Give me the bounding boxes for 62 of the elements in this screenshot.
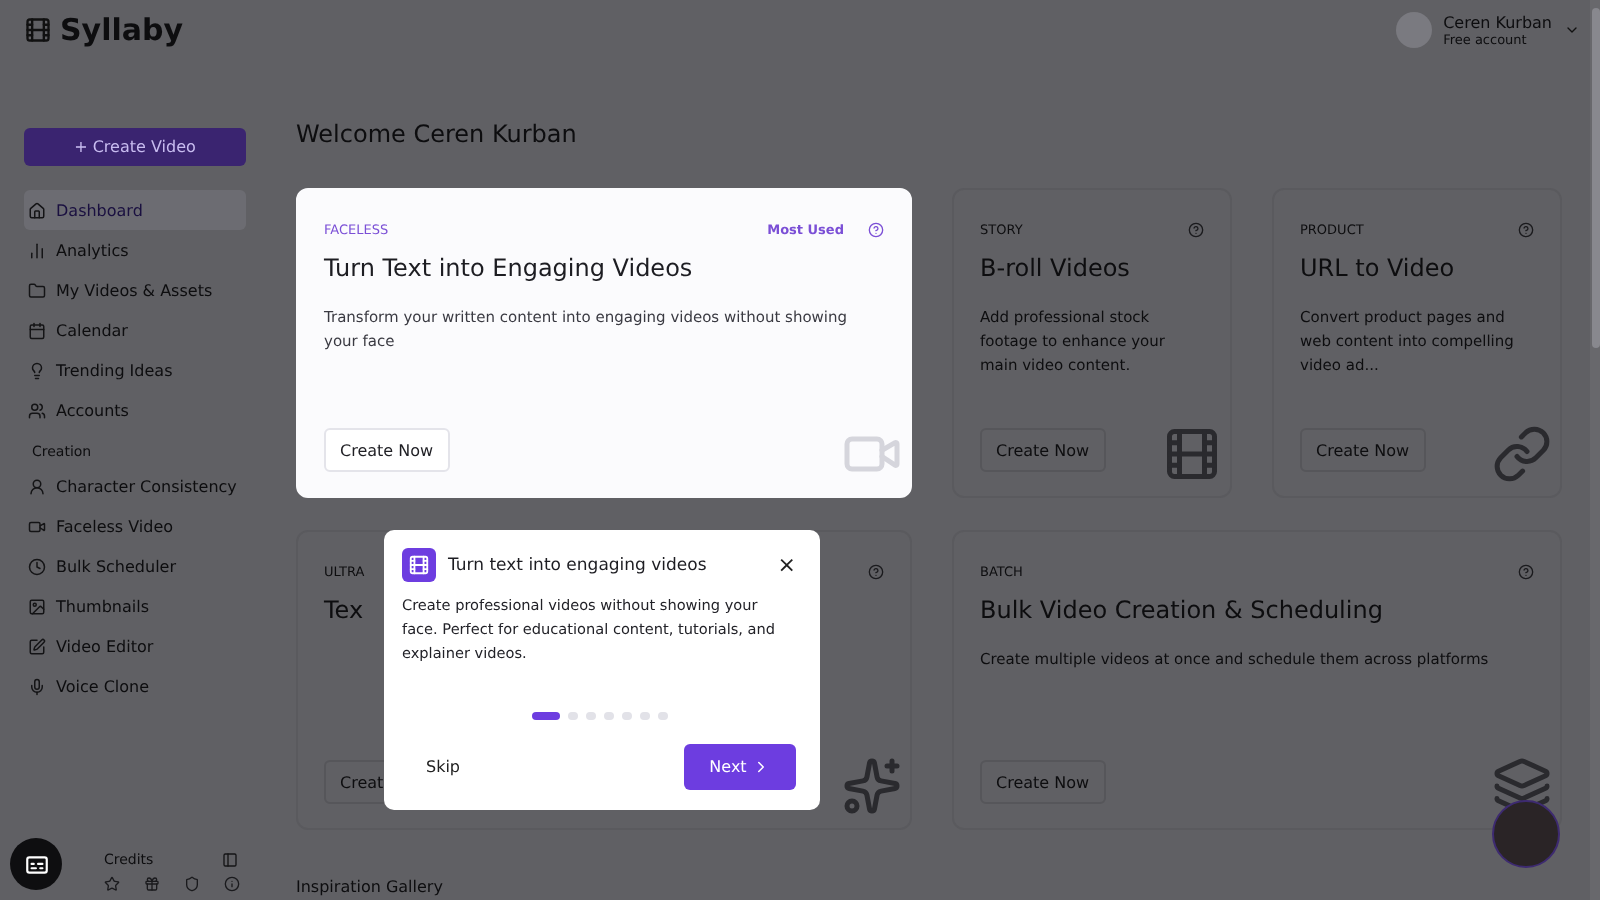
captions-icon bbox=[23, 851, 49, 877]
video-camera-icon bbox=[28, 517, 46, 535]
sidebar-item[interactable]: Dashboard bbox=[24, 190, 246, 230]
sidebar-item[interactable]: Thumbnails bbox=[24, 586, 246, 626]
sidebar-item[interactable]: Video Editor bbox=[24, 626, 246, 666]
captions-button[interactable] bbox=[10, 838, 62, 890]
sidebar-item[interactable]: Calendar bbox=[24, 310, 246, 350]
sparkle-icon bbox=[842, 756, 902, 816]
card-title: URL to Video bbox=[1300, 254, 1455, 282]
shield-icon[interactable] bbox=[184, 876, 200, 892]
help-icon[interactable] bbox=[1188, 222, 1204, 238]
skip-button[interactable]: Skip bbox=[402, 758, 461, 776]
help-icon[interactable] bbox=[868, 222, 884, 238]
sidebar-item[interactable]: Voice Clone bbox=[24, 666, 246, 706]
star-icon[interactable] bbox=[104, 876, 120, 892]
users-icon bbox=[28, 401, 46, 419]
next-button[interactable]: Next bbox=[684, 744, 796, 790]
user-icon bbox=[28, 477, 46, 495]
sidebar-item[interactable]: Character Consistency bbox=[24, 466, 246, 506]
calendar-icon bbox=[28, 321, 46, 339]
gift-icon[interactable] bbox=[144, 876, 160, 892]
info-icon[interactable] bbox=[224, 876, 240, 892]
microphone-icon bbox=[28, 677, 46, 695]
panel-icon[interactable] bbox=[222, 852, 238, 868]
create-video-button[interactable]: + Create Video bbox=[24, 128, 246, 166]
create-now-button[interactable]: Create Now bbox=[980, 428, 1106, 472]
card-title: Turn Text into Engaging Videos bbox=[324, 254, 693, 282]
avatar bbox=[1395, 12, 1432, 48]
home-icon bbox=[28, 201, 46, 219]
lightbulb-icon bbox=[28, 361, 46, 379]
logo-icon bbox=[24, 16, 52, 44]
folder-icon bbox=[28, 281, 46, 299]
create-now-button[interactable]: Create Now bbox=[980, 760, 1106, 804]
sidebar-item[interactable]: Bulk Scheduler bbox=[24, 546, 246, 586]
chevron-down-icon bbox=[1564, 22, 1580, 38]
close-button[interactable]: × bbox=[777, 552, 796, 578]
card-title: Bulk Video Creation & Scheduling bbox=[980, 596, 1383, 624]
sidebar-item[interactable]: My Videos & Assets bbox=[24, 270, 246, 310]
create-now-button[interactable]: Create Now bbox=[1300, 428, 1426, 472]
card-title: Tex bbox=[324, 596, 364, 624]
welcome-heading: Welcome Ceren Kurban bbox=[296, 120, 579, 152]
card-title: B-roll Videos bbox=[980, 254, 1130, 282]
sidebar-item[interactable]: Trending Ideas bbox=[24, 350, 246, 390]
sidebar-item[interactable]: Analytics bbox=[24, 230, 246, 270]
link-icon bbox=[1492, 424, 1552, 484]
sidebar-item[interactable]: Accounts bbox=[24, 390, 246, 430]
film-icon bbox=[1162, 424, 1222, 484]
help-icon[interactable] bbox=[1518, 564, 1534, 580]
section-heading: Inspiration Gallery bbox=[296, 878, 445, 896]
edit-icon bbox=[28, 637, 46, 655]
avatar-bubble[interactable] bbox=[1492, 800, 1560, 868]
sidebar-item[interactable]: Faceless Video bbox=[24, 506, 246, 546]
help-icon[interactable] bbox=[868, 564, 884, 580]
scrollbar-thumb[interactable] bbox=[1592, 8, 1600, 348]
tour-title: Turn text into engaging videos bbox=[448, 555, 709, 575]
film-icon bbox=[402, 548, 436, 582]
help-icon[interactable] bbox=[1518, 222, 1534, 238]
create-now-button[interactable]: Create Now bbox=[324, 428, 450, 472]
clock-icon bbox=[28, 557, 46, 575]
brand-name: Syllaby bbox=[60, 12, 184, 48]
image-icon bbox=[28, 597, 46, 615]
bar-chart-icon bbox=[28, 241, 46, 259]
